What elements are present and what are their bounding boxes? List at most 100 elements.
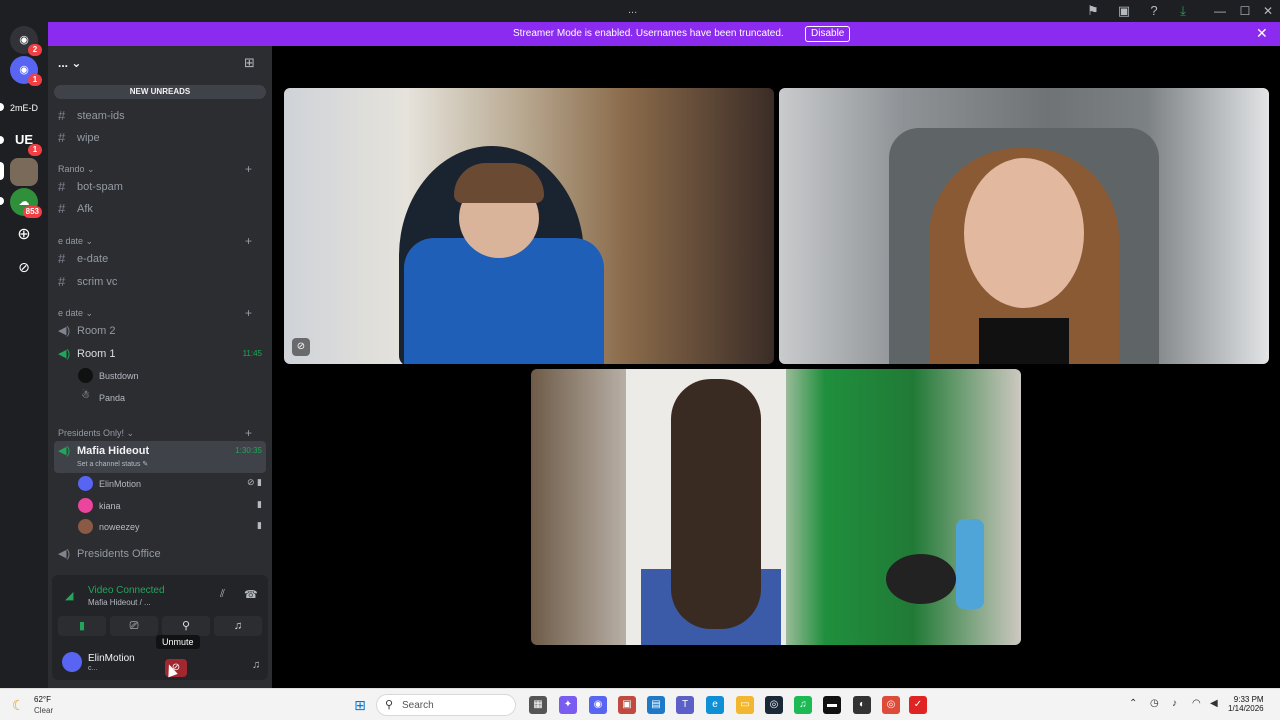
- server-item[interactable]: ☁ 853: [10, 188, 42, 218]
- channel-e-date[interactable]: # e-date: [54, 249, 266, 269]
- voice-user[interactable]: ElinMotion ⊘ ▮: [78, 474, 266, 494]
- help-icon[interactable]: ?: [1146, 3, 1162, 19]
- app-icon[interactable]: ▣: [618, 696, 636, 714]
- app-icon[interactable]: ◐: [853, 696, 871, 714]
- channel-afk[interactable]: # Afk: [54, 199, 266, 219]
- edge-icon[interactable]: e: [706, 696, 724, 714]
- category-e-date-2[interactable]: e date ⌄ +: [58, 306, 252, 320]
- camera-button[interactable]: ▮: [58, 616, 106, 636]
- screen-share-button[interactable]: ⎚: [110, 616, 158, 636]
- video-tile[interactable]: [779, 88, 1269, 364]
- task-view-icon[interactable]: ▦: [529, 696, 547, 714]
- new-unreads-bar[interactable]: NEW UNREADS: [54, 85, 266, 99]
- guild-header[interactable]: ... ⌄ ⊞: [48, 46, 272, 80]
- close-button[interactable]: ✕: [1258, 3, 1278, 19]
- moon-icon[interactable]: ☾: [12, 697, 25, 714]
- camera-icon: ▮: [257, 499, 262, 509]
- close-icon[interactable]: ✕: [1256, 25, 1268, 42]
- search-box[interactable]: ⚲ Search: [376, 694, 516, 716]
- headphones-icon[interactable]: ♫: [252, 659, 260, 671]
- screen-share-icon: ⎚: [129, 620, 139, 632]
- server-item[interactable]: UE 1: [10, 126, 42, 156]
- voice-user[interactable]: Bustdown: [78, 366, 266, 386]
- copilot-icon[interactable]: ✦: [559, 696, 577, 714]
- voice-user[interactable]: ☃ Panda: [78, 388, 266, 408]
- channel-status[interactable]: Set a channel status ✎: [77, 460, 148, 468]
- wifi-icon[interactable]: ◠: [1192, 698, 1201, 709]
- voice-user[interactable]: kiana ▮: [78, 496, 266, 516]
- voice-location[interactable]: Mafia Hideout / ...: [88, 598, 151, 607]
- user-avatar[interactable]: [62, 652, 82, 672]
- terminal-icon[interactable]: ▬: [823, 696, 841, 714]
- hash-icon: #: [58, 251, 66, 266]
- guild-name: ... ⌄: [58, 56, 82, 70]
- app-icon[interactable]: ✓: [909, 696, 927, 714]
- volume-icon[interactable]: ◀: [1210, 698, 1218, 709]
- tray-icon[interactable]: ◷: [1150, 698, 1159, 709]
- category-presidents-only[interactable]: Presidents Only! ⌄ +: [58, 426, 252, 440]
- maximize-button[interactable]: ☐: [1235, 3, 1255, 19]
- discord-taskbar-icon[interactable]: ◉: [589, 696, 607, 714]
- clock[interactable]: 9:33 PM 1/14/2026: [1228, 695, 1264, 713]
- invite-icon[interactable]: ⊞: [244, 55, 255, 71]
- teams-icon[interactable]: T: [676, 696, 694, 714]
- microphone: [886, 554, 956, 604]
- discover-button[interactable]: ⊘: [10, 253, 38, 281]
- add-server-button[interactable]: ⊕: [10, 221, 38, 249]
- server-item[interactable]: 2mE-D: [6, 94, 42, 122]
- voice-user[interactable]: noweezey ▮: [78, 517, 266, 537]
- speaker-icon: ◀): [58, 325, 71, 337]
- plus-icon[interactable]: +: [245, 306, 252, 320]
- channel-sidebar: ... ⌄ ⊞ NEW UNREADS # steam-ids # wipe Ran…: [48, 46, 300, 688]
- hash-icon: #: [58, 179, 66, 194]
- mic-icon[interactable]: ♪: [1172, 698, 1177, 709]
- flag-icon[interactable]: ⚑: [1085, 3, 1101, 19]
- channel-wipe[interactable]: # wipe: [54, 128, 266, 148]
- voice-channel-room-2[interactable]: ◀) Room 2: [54, 321, 266, 341]
- plus-icon[interactable]: +: [245, 234, 252, 248]
- hash-icon: #: [58, 201, 66, 216]
- video-tile[interactable]: [531, 369, 1021, 645]
- plus-icon[interactable]: +: [245, 162, 252, 176]
- mic-off-icon: ⊘: [292, 338, 310, 356]
- disable-button[interactable]: Disable: [805, 26, 851, 42]
- voice-channel-room-1[interactable]: ◀) Room 1 11:45: [54, 344, 266, 364]
- weather-temp: 62°F: [34, 695, 51, 704]
- home-button[interactable]: ◉ 2: [10, 26, 42, 56]
- video-tile[interactable]: ⊘: [284, 88, 774, 364]
- windows-start-icon[interactable]: ⊞: [351, 696, 369, 714]
- channel-steam-ids[interactable]: # steam-ids: [54, 106, 266, 126]
- server-item[interactable]: ◉ 1: [10, 56, 42, 86]
- channel-scrim-vc[interactable]: # scrim vc: [54, 272, 266, 292]
- active-pill: [0, 162, 4, 180]
- minimize-button[interactable]: —: [1210, 3, 1230, 19]
- speaker-icon: ◀): [58, 548, 71, 560]
- discord-icon: ◉: [19, 64, 29, 76]
- avatar: [78, 368, 93, 383]
- chrome-icon[interactable]: ◎: [882, 696, 900, 714]
- voice-channel-presidents-office[interactable]: ◀) Presidents Office: [54, 544, 266, 564]
- store-icon[interactable]: ▤: [647, 696, 665, 714]
- download-icon[interactable]: ⤓: [1175, 3, 1191, 19]
- disconnect-icon[interactable]: ☎: [244, 588, 258, 601]
- chevron-up-icon[interactable]: ⌃: [1129, 698, 1137, 709]
- server-badge: 1: [28, 74, 42, 86]
- screen-icon[interactable]: ▣: [1116, 3, 1132, 19]
- channel-bot-spam[interactable]: # bot-spam: [54, 177, 266, 197]
- category-e-date[interactable]: e date ⌄ +: [58, 234, 252, 248]
- rocket-icon: ⚲: [181, 620, 191, 632]
- noise-suppression-icon[interactable]: ⫽: [220, 588, 225, 601]
- hash-icon: #: [58, 108, 66, 123]
- camera-icon: ▮: [257, 520, 262, 530]
- steam-icon[interactable]: ◎: [765, 696, 783, 714]
- spotify-icon[interactable]: ♫: [794, 696, 812, 714]
- speaker-icon: ◀): [58, 445, 71, 457]
- activity-button[interactable]: ⚲: [162, 616, 210, 636]
- weather-condition: Clear: [34, 706, 54, 715]
- folder-icon[interactable]: ▭: [736, 696, 754, 714]
- voice-channel-mafia-hideout[interactable]: ◀) Mafia Hideout 1:30:35 Set a channel s…: [54, 441, 266, 473]
- category-rando[interactable]: Rando ⌄ +: [58, 162, 252, 176]
- plus-icon[interactable]: +: [245, 426, 252, 440]
- server-item[interactable]: [10, 158, 38, 186]
- soundboard-button[interactable]: ♫: [214, 616, 262, 636]
